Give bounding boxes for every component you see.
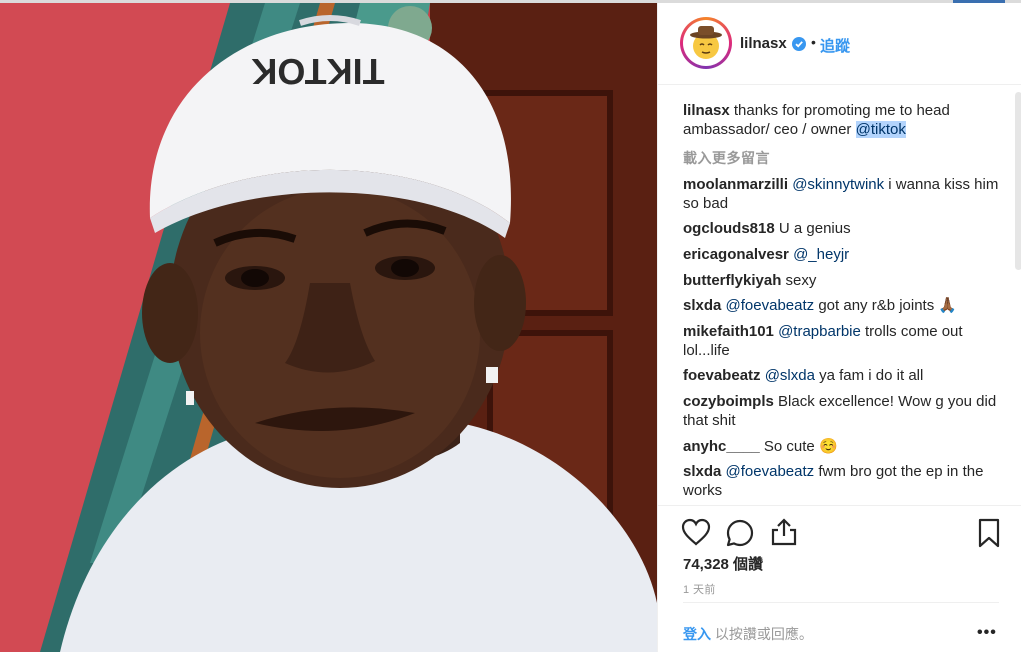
comment-mention[interactable]: @trapbarbie (778, 323, 861, 340)
login-suffix: 以按讚或回應。 (714, 626, 813, 642)
comment-item: foevabeatz @slxda ya fam i do it all (683, 366, 1001, 385)
caption-username[interactable]: lilnasx (683, 102, 730, 119)
post-photo[interactable]: TIKTOK (0, 3, 657, 652)
comment-username[interactable]: cozyboimpls (683, 393, 774, 410)
comment-username[interactable]: ogclouds818 (683, 220, 775, 237)
header-username[interactable]: lilnasx (740, 35, 787, 52)
comment-username[interactable]: slxda (683, 463, 721, 480)
comment-username[interactable]: mikefaith101 (683, 323, 774, 340)
comment-mention[interactable]: @_heyjr (793, 246, 849, 263)
comment-item: anyhc____ So cute ☺️ (683, 437, 1001, 456)
comment-text: So cute ☺️ (763, 438, 838, 455)
follow-button[interactable]: 追蹤 (820, 35, 850, 56)
header-separator: • (811, 34, 816, 50)
comment-item: slxda @foevabeatz fwm bro got the ep in … (683, 462, 1001, 500)
heart-icon[interactable] (681, 518, 711, 546)
post-header: lilnasx • 追蹤 (658, 3, 1021, 85)
comment-username[interactable]: butterflykiyah (683, 272, 781, 289)
login-prompt: 登入 以按讚或回應。 (683, 624, 813, 644)
avatar[interactable] (680, 17, 732, 69)
cowboy-emoji-icon (690, 26, 722, 59)
cap-logo-text: TIKTOK (251, 51, 384, 92)
bookmark-icon[interactable] (977, 518, 1001, 548)
comment-text: U a genius (778, 220, 851, 237)
comment-mention[interactable]: @slxda (765, 367, 815, 384)
selfie-illustration: TIKTOK (0, 3, 657, 652)
comment-username[interactable]: anyhc____ (683, 438, 760, 455)
post-side-panel: lilnasx • 追蹤 lilnasx thanks for promotin… (657, 3, 1021, 652)
comments-scrollbar[interactable] (1015, 92, 1021, 270)
verified-badge-icon (792, 37, 806, 51)
more-options-button[interactable]: ••• (977, 624, 997, 642)
comment-mention[interactable]: @foevabeatz (726, 463, 815, 480)
share-upload-icon[interactable] (769, 517, 799, 547)
comment-text: got any r&b joints 🙏🏾 (818, 297, 958, 314)
like-count[interactable]: 74,328 個讚 (683, 553, 763, 574)
comment-text: ya fam i do it all (819, 367, 924, 384)
comment-item: slxda @foevabeatz got any r&b joints 🙏🏾 (683, 296, 1001, 315)
post-timestamp[interactable]: 1 天前 (683, 581, 716, 597)
comment-item: moolanmarzilli @skinnytwink i wanna kiss… (683, 175, 1001, 213)
load-more-comments[interactable]: 載入更多留言 (683, 148, 770, 168)
comment-username[interactable]: foevabeatz (683, 367, 761, 384)
comments-list[interactable]: lilnasx thanks for promoting me to head … (658, 86, 1021, 504)
comment-mention[interactable]: @skinnytwink (792, 176, 884, 193)
comment-item: ericagonalvesr @_heyjr (683, 245, 1001, 264)
comment-item: ogclouds818 U a genius (683, 219, 1001, 238)
comment-bubble-icon[interactable] (725, 518, 755, 548)
comment-username[interactable]: moolanmarzilli (683, 176, 788, 193)
comment-mention[interactable]: @foevabeatz (726, 297, 815, 314)
comment-text: sexy (785, 272, 817, 289)
comment-username[interactable]: slxda (683, 297, 721, 314)
divider (683, 602, 999, 603)
login-link[interactable]: 登入 (683, 626, 711, 642)
caption: lilnasx thanks for promoting me to head … (683, 101, 1001, 139)
comment-item: cozyboimpls Black excellence! Wow g you … (683, 392, 1001, 430)
comment-item: butterflykiyah sexy (683, 271, 1001, 290)
comment-item: mikefaith101 @trapbarbie trolls come out… (683, 322, 1001, 360)
comment-username[interactable]: ericagonalvesr (683, 246, 789, 263)
post-actions: 74,328 個讚 1 天前 登入 以按讚或回應。 ••• (658, 505, 1021, 645)
caption-mention[interactable]: @tiktok (855, 121, 906, 138)
